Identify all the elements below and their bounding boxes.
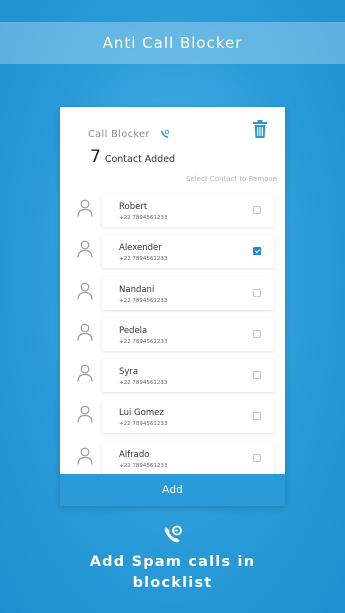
contact-checkbox[interactable] <box>253 247 261 256</box>
contact-entry[interactable]: Alfrado +22 7894561233 <box>102 441 274 475</box>
contact-list: Robert +22 7894561233 Alexender +22 7894561… <box>60 191 285 480</box>
contact-checkbox[interactable] <box>253 206 261 214</box>
contact-phone: +22 7894561233 <box>119 338 168 345</box>
top-banner: Anti Call Blocker <box>0 22 345 64</box>
person-icon <box>77 406 93 424</box>
contact-phone: +22 7894561233 <box>119 215 168 221</box>
contact-phone: +22 7894561233 <box>119 297 168 304</box>
card-header: Call Blocker 7 Contact Added Select Cont… <box>60 107 285 187</box>
add-button[interactable]: Add <box>60 474 285 506</box>
contact-name: Nandani <box>119 284 155 295</box>
count-label: Contact Added <box>104 154 176 165</box>
contact-name: Alexender <box>119 243 162 254</box>
contact-entry[interactable]: Alexender +22 7894561233 <box>102 235 274 269</box>
contact-checkbox[interactable] <box>253 288 261 297</box>
contact-row[interactable]: Syra +22 7894561233 <box>60 356 285 397</box>
contact-name: Syra <box>119 367 139 378</box>
contact-phone: +22 7894561233 <box>119 462 168 469</box>
contact-checkbox[interactable] <box>253 371 261 380</box>
contact-row[interactable]: Pedela +22 7894561233 <box>60 315 285 356</box>
contact-name: Pedela <box>119 325 148 336</box>
contact-name: Robert <box>119 202 148 212</box>
contact-checkbox[interactable] <box>253 453 261 462</box>
count-number: 7 <box>90 147 101 167</box>
footer-line-2: blocklist <box>132 575 213 591</box>
contact-row[interactable]: Nandani +22 7894561233 <box>60 274 285 315</box>
person-icon <box>77 447 93 465</box>
contact-name: Lui Gomez <box>119 408 164 419</box>
contact-phone: +22 7894561233 <box>119 256 168 263</box>
person-icon <box>77 282 93 300</box>
contact-row[interactable]: Alexender +22 7894561233 <box>60 232 285 273</box>
contact-entry[interactable]: Pedela +22 7894561233 <box>102 317 274 351</box>
contact-checkbox[interactable] <box>253 412 261 421</box>
contact-name: Alfrado <box>119 449 150 460</box>
contact-entry[interactable]: Syra +22 7894561233 <box>102 359 274 393</box>
app-name: Call Blocker <box>88 129 150 140</box>
contact-row[interactable]: Lui Gomez +22 7894561233 <box>60 397 285 438</box>
contact-card: Call Blocker 7 Contact Added Select Cont… <box>60 107 285 506</box>
contact-entry[interactable]: Nandani +22 7894561233 <box>102 276 274 310</box>
contact-row[interactable]: Robert +22 7894561233 <box>60 191 285 232</box>
footer-line-1: Add Spam calls in <box>89 554 256 570</box>
person-icon <box>77 199 93 217</box>
person-icon <box>77 364 93 382</box>
phone-shield-icon <box>164 525 182 543</box>
contact-phone: +22 7894561233 <box>119 380 168 387</box>
person-icon <box>77 323 93 341</box>
contact-entry[interactable]: Lui Gomez +22 7894561233 <box>102 400 274 434</box>
contact-count: 7 Contact Added <box>90 147 175 167</box>
trash-icon[interactable] <box>253 120 267 138</box>
phone-shield-icon <box>161 129 170 138</box>
select-hint: Select Contact to Remove <box>186 175 277 183</box>
contact-checkbox[interactable] <box>253 329 261 338</box>
contact-phone: +22 7894561233 <box>119 421 168 428</box>
contact-entry[interactable]: Robert +22 7894561233 <box>102 194 274 227</box>
person-icon <box>77 240 93 258</box>
footer-caption: Add Spam calls in blocklist <box>0 552 345 594</box>
banner-title: Anti Call Blocker <box>102 34 243 52</box>
